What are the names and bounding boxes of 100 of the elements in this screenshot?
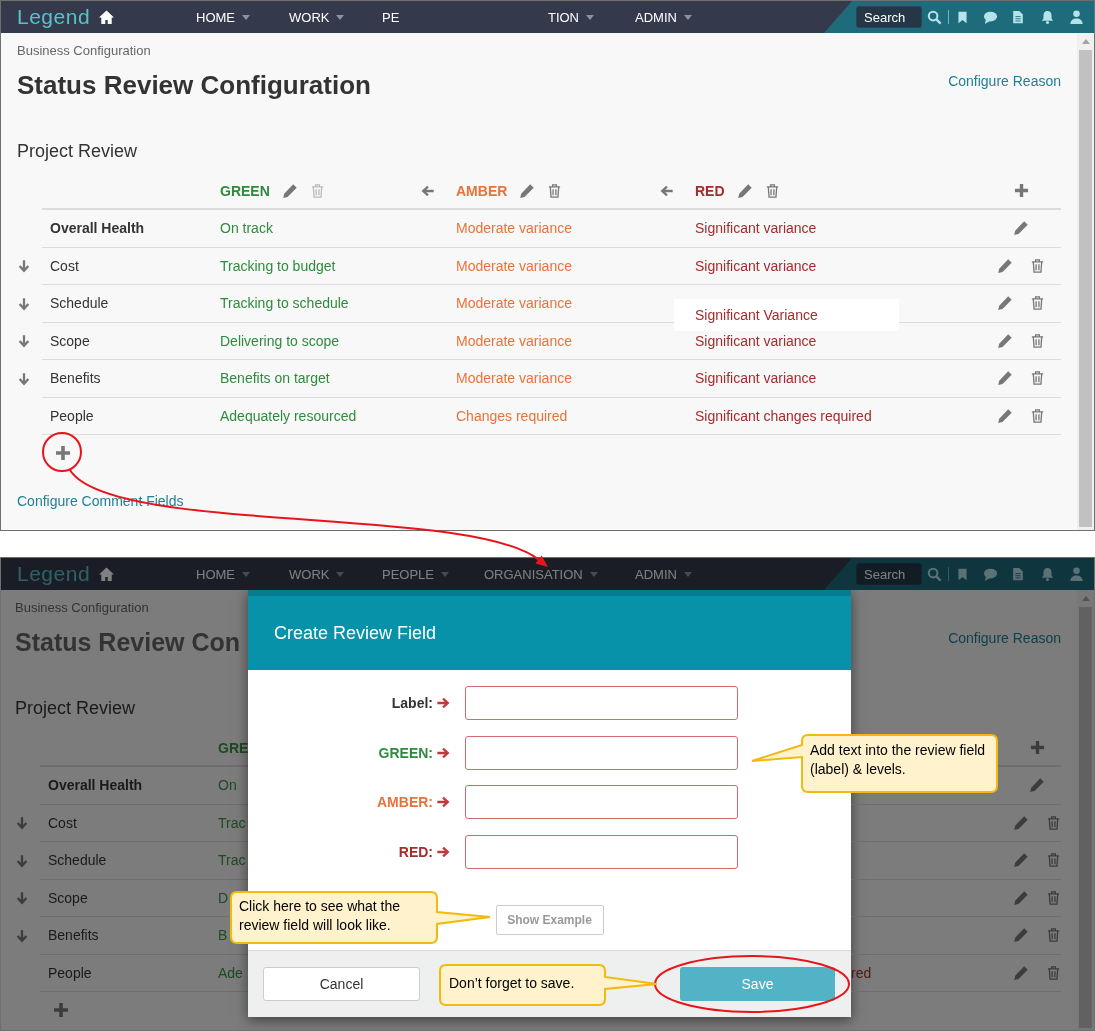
nav-menu-item[interactable]: WORK: [289, 566, 345, 582]
nav-menu-item[interactable]: ORGANISATION: [484, 566, 598, 582]
pencil-icon[interactable]: [736, 182, 753, 199]
trash-icon[interactable]: [1030, 370, 1045, 387]
pencil-icon[interactable]: [1013, 889, 1029, 906]
down-arrow-icon[interactable]: [15, 891, 29, 906]
logo[interactable]: Legend: [17, 5, 91, 29]
plus-icon[interactable]: [1030, 740, 1045, 755]
row-label: Scope: [49, 332, 91, 349]
column-header: GRE: [218, 739, 248, 756]
row-label: People: [49, 407, 95, 424]
field-label: GREEN:: [378, 744, 433, 761]
down-arrow-icon[interactable]: [17, 334, 31, 349]
input-field[interactable]: [465, 735, 738, 770]
pencil-icon[interactable]: [997, 407, 1013, 424]
down-arrow-icon[interactable]: [15, 928, 29, 943]
bookmark-icon[interactable]: [956, 9, 969, 25]
trash-icon[interactable]: [1030, 295, 1045, 312]
pencil-icon[interactable]: [1013, 852, 1029, 869]
trash-icon[interactable]: [1046, 927, 1061, 944]
home-icon[interactable]: [98, 9, 116, 25]
down-arrow-icon[interactable]: [15, 816, 29, 831]
nav-menu-item[interactable]: PEOPLE: [382, 566, 450, 582]
pencil-icon[interactable]: [1013, 964, 1029, 981]
bookmark-icon[interactable]: [956, 566, 969, 582]
left-arrow-icon[interactable]: [660, 183, 674, 198]
search-field[interactable]: Search: [856, 563, 922, 585]
plus-icon[interactable]: [1014, 183, 1029, 198]
pencil-icon[interactable]: [1013, 814, 1029, 831]
breadcrumb[interactable]: Business Configuration: [17, 43, 151, 58]
input-field[interactable]: [465, 785, 738, 819]
trash-icon[interactable]: [1030, 332, 1045, 349]
table-cell-text: Tracking to budget: [220, 257, 337, 274]
save-button[interactable]: Save: [680, 967, 835, 1001]
nav-menu-item[interactable]: WORK: [289, 9, 345, 25]
nav-menu-item[interactable]: TION: [547, 9, 594, 25]
right-arrow-icon: [436, 795, 450, 809]
scrollbar[interactable]: [1077, 590, 1094, 1030]
pencil-icon[interactable]: [1013, 220, 1029, 237]
pencil-icon[interactable]: [281, 182, 298, 199]
trash-icon[interactable]: [764, 182, 780, 199]
search-icon[interactable]: [927, 566, 942, 582]
scrollbar[interactable]: [1077, 33, 1094, 530]
edit-field[interactable]: Significant Variance: [674, 299, 899, 332]
trash-icon[interactable]: [1046, 852, 1061, 869]
down-arrow-icon[interactable]: [17, 371, 31, 386]
left-arrow-icon[interactable]: [421, 183, 435, 198]
trash-icon[interactable]: [547, 182, 563, 199]
document-icon[interactable]: [1011, 566, 1025, 582]
nav-menu-item[interactable]: HOME: [196, 566, 250, 582]
plus-icon[interactable]: [55, 445, 71, 461]
row-label: Benefits: [49, 370, 102, 387]
pencil-icon[interactable]: [997, 332, 1013, 349]
table-cell-text: Trac: [218, 852, 247, 869]
highlight-circle: [42, 432, 82, 472]
plus-icon[interactable]: [53, 1002, 69, 1018]
right-arrow-icon: [436, 745, 450, 760]
bell-icon[interactable]: [1040, 566, 1055, 582]
pencil-icon[interactable]: [1013, 927, 1029, 944]
pencil-icon[interactable]: [1029, 777, 1045, 794]
nav-menu-item[interactable]: PE: [382, 9, 400, 25]
trash-icon[interactable]: [1046, 889, 1061, 906]
pencil-icon[interactable]: [997, 257, 1013, 274]
right-arrow-icon: [436, 844, 450, 859]
nav-menu-item[interactable]: HOME: [196, 9, 250, 25]
pencil-icon[interactable]: [997, 295, 1013, 312]
breadcrumb[interactable]: Business Configuration: [15, 600, 149, 615]
row-label: Cost: [47, 814, 78, 831]
right-arrow-icon: [436, 696, 450, 710]
chat-icon[interactable]: [982, 566, 999, 582]
table-cell-text: Significant changes required: [695, 407, 873, 424]
row-label: Schedule: [49, 295, 110, 312]
logo[interactable]: Legend: [17, 562, 91, 586]
nav-menu-item[interactable]: ADMIN: [635, 566, 692, 582]
pencil-icon[interactable]: [519, 182, 536, 199]
input-field[interactable]: [465, 834, 738, 869]
user-icon[interactable]: [1069, 9, 1084, 25]
document-icon[interactable]: [1011, 9, 1025, 25]
nav-menu-item[interactable]: ADMIN: [635, 9, 692, 25]
chat-icon[interactable]: [982, 9, 999, 25]
configure-reason-link[interactable]: Configure Reason: [948, 73, 1061, 89]
trash-icon[interactable]: [1030, 407, 1045, 424]
configure-reason-link[interactable]: Configure Reason: [948, 630, 1061, 646]
input-field[interactable]: [465, 686, 738, 720]
cancel-button[interactable]: Cancel: [263, 967, 420, 1001]
down-arrow-icon[interactable]: [15, 853, 29, 868]
trash-icon[interactable]: [1046, 964, 1061, 981]
trash-icon[interactable]: [1030, 257, 1045, 274]
bell-icon[interactable]: [1040, 9, 1055, 25]
user-icon[interactable]: [1069, 566, 1084, 582]
show-example-button[interactable]: Show Example: [495, 904, 604, 935]
down-arrow-icon[interactable]: [17, 259, 31, 274]
down-arrow-icon[interactable]: [17, 296, 31, 311]
trash-icon[interactable]: [1046, 814, 1061, 831]
search-field[interactable]: Search: [856, 6, 922, 28]
search-icon[interactable]: [927, 9, 942, 25]
pencil-icon[interactable]: [997, 370, 1013, 387]
row-label: Overall Health: [49, 220, 146, 237]
page-title: Status Review Con: [15, 627, 241, 657]
table-cell-text: Moderate variance: [456, 370, 573, 387]
